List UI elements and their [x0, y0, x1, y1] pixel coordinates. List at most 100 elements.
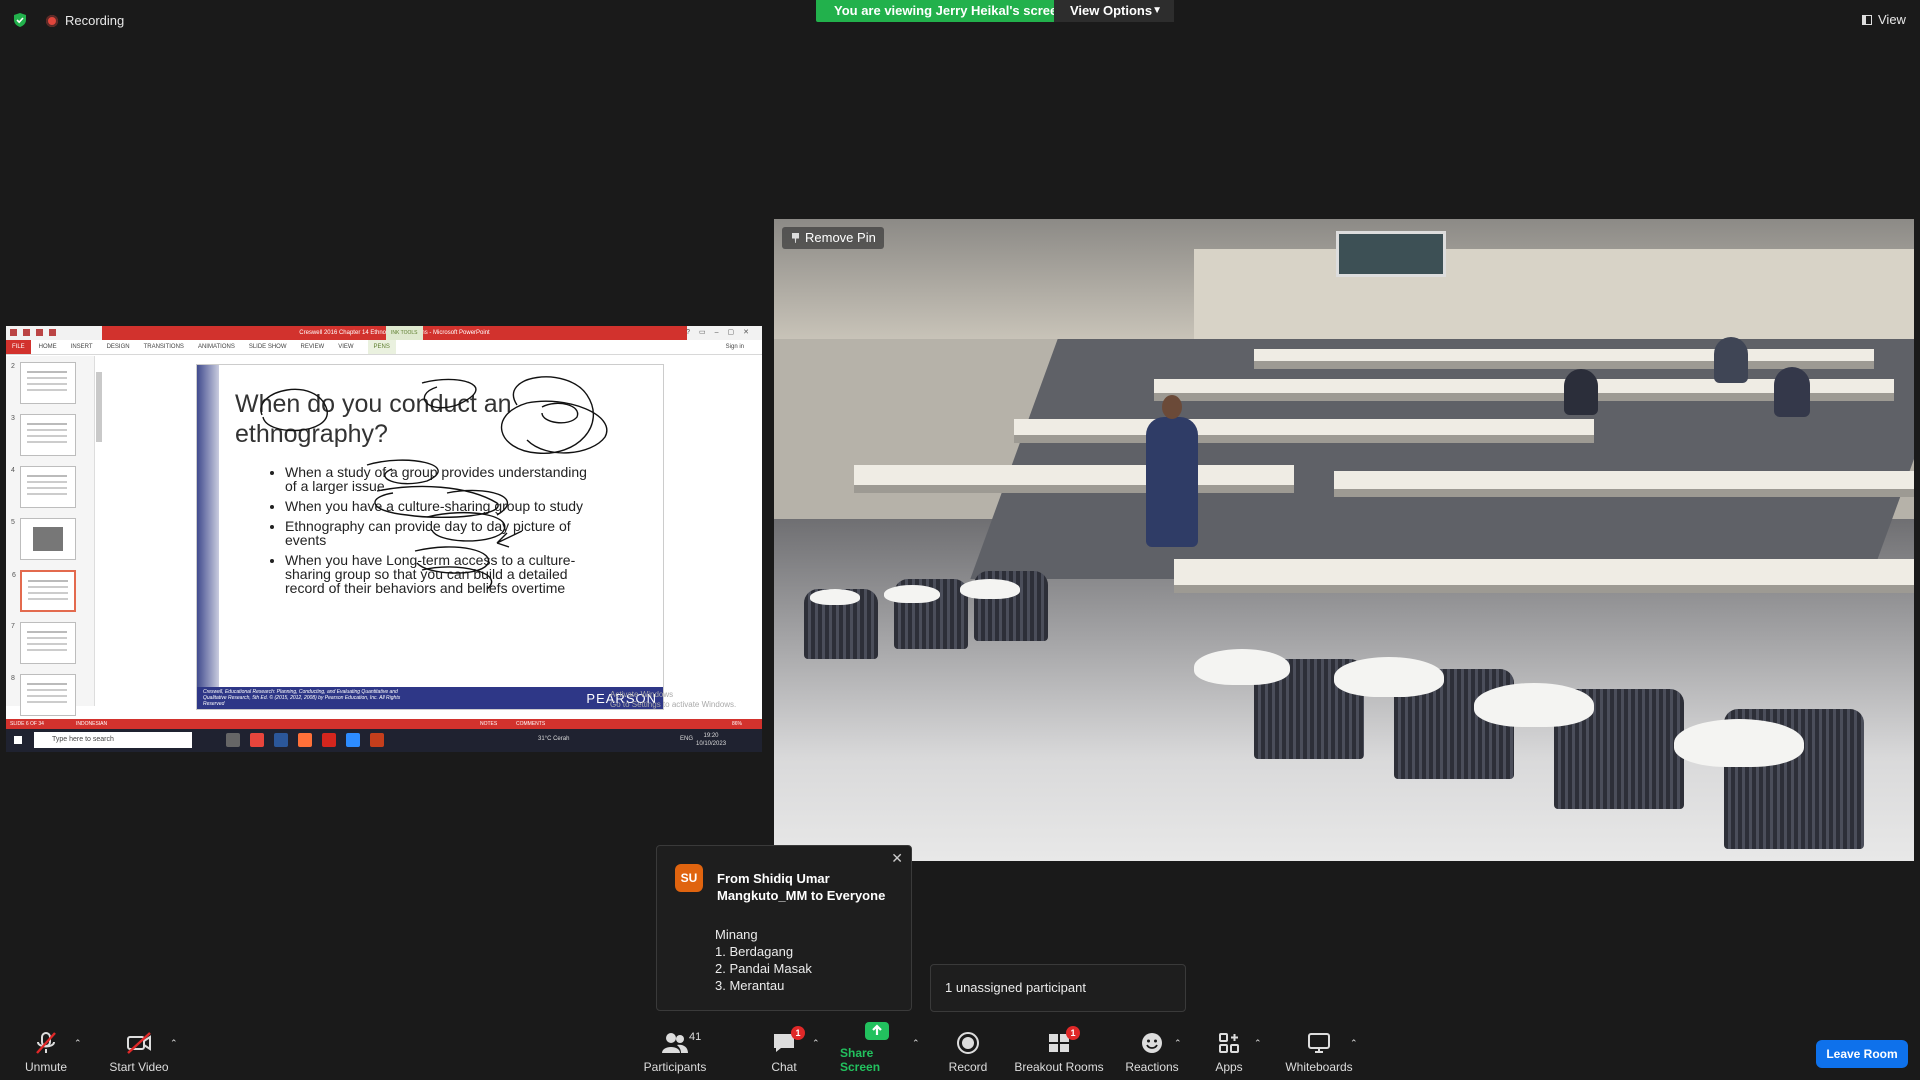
seated-person	[1714, 337, 1748, 383]
apps-button[interactable]: Apps	[1210, 1024, 1248, 1080]
ribbon-tab-home: HOME	[38, 344, 57, 350]
chat-bubble-icon: 1	[772, 1026, 805, 1056]
taskbar-weather: 31°C Cerah	[538, 736, 570, 742]
participants-button[interactable]: 41 Participants	[640, 1024, 710, 1080]
participants-count: 41	[689, 1031, 702, 1043]
top-bar: Recording You are viewing Jerry Heikal's…	[0, 0, 1920, 40]
slide-thumbnail-selected: 6	[12, 570, 76, 612]
breakout-rooms-badge: 1	[1066, 1026, 1080, 1040]
desk	[1334, 471, 1914, 497]
ppt-title-bar: Creswell 2016 Chapter 14 Ethnography Des…	[6, 326, 762, 340]
whiteboard-icon	[1307, 1030, 1331, 1056]
breakout-rooms-button[interactable]: 1 Breakout Rooms	[1014, 1024, 1104, 1080]
whiteboards-options-chevron-icon[interactable]: ⌃	[1350, 1038, 1358, 1049]
chrome-icon	[250, 733, 264, 747]
ink-tools-label: INK TOOLS	[386, 326, 423, 340]
security-shield-icon[interactable]	[12, 12, 28, 28]
leave-room-button[interactable]: Leave Room	[1816, 1040, 1908, 1068]
chat-button[interactable]: 1 Chat	[764, 1024, 805, 1080]
shared-screen[interactable]: Creswell 2016 Chapter 14 Ethnography Des…	[6, 326, 762, 752]
ribbon-tab-view: VIEW	[338, 344, 354, 350]
classroom-carpet	[970, 339, 1914, 579]
remove-pin-label: Remove Pin	[805, 230, 876, 245]
slide-thumbnail-pane: 2 3 4 5 6 7 8	[6, 356, 95, 716]
classroom-window	[1336, 231, 1446, 277]
recording-label: Recording	[65, 13, 125, 28]
start-video-label: Start Video	[109, 1060, 169, 1074]
sender-avatar: SU	[675, 864, 703, 892]
language-indicator: INDONESIAN	[76, 721, 108, 727]
ribbon-tab-review: REVIEW	[300, 344, 325, 350]
task-view-icon	[226, 733, 240, 747]
chat-badge: 1	[791, 1026, 805, 1040]
start-video-button[interactable]: Start Video	[106, 1024, 172, 1080]
view-button[interactable]: View	[1862, 12, 1906, 27]
slide-thumbnail: 3	[11, 414, 76, 456]
desk-tablet	[1674, 719, 1804, 767]
slide-thumbnail: 5	[11, 518, 76, 560]
taskbar-clock: 19:20 10/10/2023	[696, 733, 727, 747]
ribbon-tab-design: DESIGN	[106, 344, 130, 350]
reactions-button[interactable]: Reactions	[1125, 1024, 1179, 1080]
view-options-button[interactable]: View Options ▼	[1054, 0, 1174, 22]
zoom-level: 86%	[731, 721, 742, 727]
thumbnail-scrollbar	[96, 372, 102, 442]
video-off-icon	[125, 1030, 153, 1056]
desk-tablet	[1194, 649, 1290, 685]
close-icon[interactable]: ✕	[891, 850, 903, 867]
activate-windows-watermark: Activate Windows Go to Settings to activ…	[610, 690, 737, 709]
windows-taskbar: Type here to search 31°C Cerah ENG 19:20…	[6, 729, 762, 752]
view-label: View	[1878, 12, 1906, 27]
word-icon	[274, 733, 288, 747]
participants-label: Participants	[643, 1060, 707, 1074]
video-options-chevron-icon[interactable]: ⌃	[170, 1038, 178, 1049]
comments-toggle: COMMENTS	[516, 721, 546, 727]
ppt-status-bar: SLIDE 6 OF 34 INDONESIAN NOTES COMMENTS …	[6, 719, 762, 729]
share-screen-button[interactable]: Share Screen	[840, 1022, 914, 1080]
windows-start-icon	[13, 735, 23, 745]
reactions-options-chevron-icon[interactable]: ⌃	[1174, 1038, 1182, 1049]
record-icon	[956, 1030, 980, 1056]
recording-indicator[interactable]: Recording	[46, 13, 124, 28]
participants-icon: 41	[661, 1030, 701, 1056]
share-options-chevron-icon[interactable]: ⌃	[912, 1038, 920, 1049]
chat-notification[interactable]: SU From Shidiq Umar Mangkuto_MM to Every…	[656, 845, 912, 1011]
smiley-icon	[1140, 1030, 1164, 1056]
unmute-label: Unmute	[24, 1060, 68, 1074]
desk	[1174, 559, 1914, 593]
recording-dot-icon	[46, 14, 58, 27]
microphone-muted-icon	[33, 1030, 59, 1056]
desk-tablet	[960, 579, 1020, 599]
share-screen-label: Share Screen	[840, 1046, 881, 1074]
apps-label: Apps	[1215, 1060, 1243, 1074]
chat-options-chevron-icon[interactable]: ⌃	[812, 1038, 820, 1049]
ink-annotations	[260, 376, 608, 590]
slide-thumbnail: 2	[11, 362, 76, 404]
pinned-video-tile[interactable]: Remove Pin	[774, 219, 1914, 861]
pin-icon	[792, 233, 799, 243]
reactions-label: Reactions	[1125, 1060, 1179, 1074]
chat-sender: From Shidiq Umar Mangkuto_MM to Everyone	[717, 871, 886, 903]
unmute-options-chevron-icon[interactable]: ⌃	[74, 1038, 82, 1049]
quick-access-toolbar	[10, 329, 56, 336]
apps-icon	[1218, 1030, 1240, 1056]
slide-thumbnail: 4	[11, 466, 76, 508]
desk-tablet	[884, 585, 940, 603]
breakout-rooms-label: Breakout Rooms	[1014, 1060, 1104, 1074]
unassigned-participant-notice[interactable]: 1 unassigned participant	[930, 964, 1186, 1012]
taskbar-apps	[226, 733, 384, 747]
remove-pin-button[interactable]: Remove Pin	[782, 227, 884, 249]
view-layout-icon	[1862, 14, 1872, 25]
unmute-button[interactable]: Unmute	[18, 1024, 74, 1080]
meeting-toolbar: Unmute ⌃ Start Video ⌃ 41 Participants 1…	[0, 1022, 1920, 1080]
ribbon-tab-pens: PENS	[367, 340, 396, 354]
taskbar-language: ENG	[680, 736, 694, 742]
apps-options-chevron-icon[interactable]: ⌃	[1254, 1038, 1262, 1049]
ppt-ribbon: FILE HOME INSERT DESIGN TRANSITIONS ANIM…	[6, 340, 762, 355]
slide-footer: Creswell, Educational Research: Planning…	[197, 687, 663, 709]
record-button[interactable]: Record	[946, 1024, 990, 1080]
ribbon-tab-insert: INSERT	[70, 344, 93, 350]
chat-message: Minang 1. Berdagang 2. Pandai Masak 3. M…	[715, 927, 812, 993]
view-options-label: View Options	[1070, 3, 1153, 18]
whiteboards-button[interactable]: Whiteboards	[1282, 1024, 1356, 1080]
